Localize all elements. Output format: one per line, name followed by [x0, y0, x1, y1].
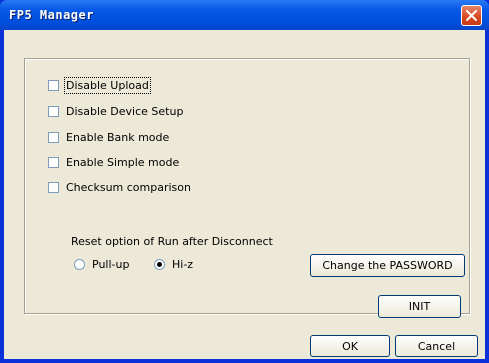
- radio-label: Hi-z: [172, 258, 194, 271]
- checkbox-box[interactable]: [48, 132, 59, 143]
- checkbox-box[interactable]: [48, 157, 59, 168]
- checkbox-label: Disable Device Setup: [66, 105, 184, 118]
- title-bar[interactable]: FP5 Manager: [0, 0, 489, 30]
- reset-option-label: Reset option of Run after Disconnect: [71, 235, 273, 248]
- window-title: FP5 Manager: [9, 8, 94, 22]
- radio-selected-dot: [157, 262, 162, 267]
- radio-label: Pull-up: [92, 258, 130, 271]
- radio-circle[interactable]: [74, 259, 85, 270]
- init-button[interactable]: INIT: [378, 295, 461, 318]
- close-button[interactable]: [461, 5, 482, 26]
- checkbox-label: Checksum comparison: [66, 181, 191, 194]
- checkbox-label: Enable Simple mode: [66, 156, 180, 169]
- checkbox-box[interactable]: [48, 106, 59, 117]
- close-icon: [466, 10, 477, 21]
- cancel-button[interactable]: Cancel: [395, 335, 478, 357]
- dialog-client-area: Disable Upload Disable Device Setup Enab…: [4, 30, 485, 359]
- checkbox-box[interactable]: [48, 80, 59, 91]
- dialog-window: FP5 Manager Disable Upload Disable Devic…: [0, 0, 489, 363]
- change-password-button[interactable]: Change the PASSWORD: [310, 254, 465, 277]
- radio-circle[interactable]: [154, 259, 165, 270]
- checkbox-label: Enable Bank mode: [66, 131, 170, 144]
- checkbox-box[interactable]: [48, 182, 59, 193]
- ok-button[interactable]: OK: [310, 335, 390, 357]
- checkbox-label: Disable Upload: [64, 77, 151, 94]
